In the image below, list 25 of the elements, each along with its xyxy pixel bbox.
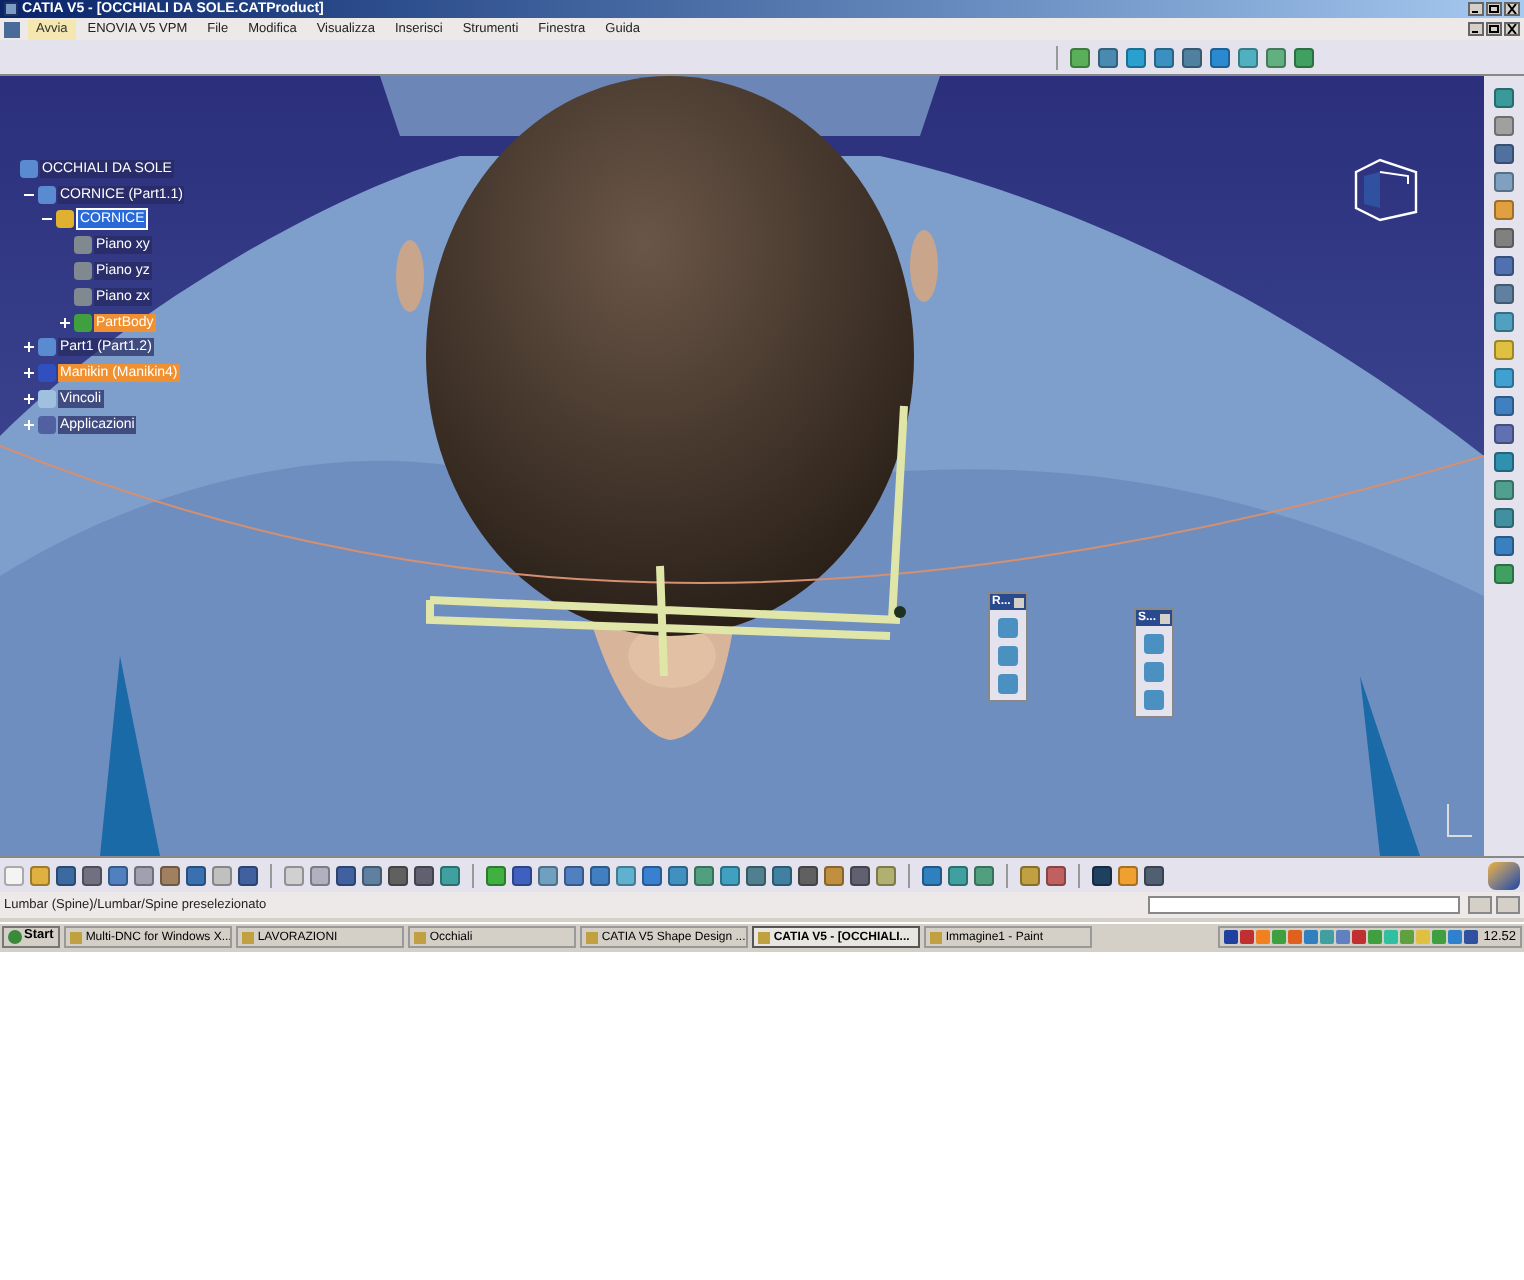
- minimize-icon[interactable]: [1468, 22, 1484, 36]
- expand-icon[interactable]: [22, 392, 36, 407]
- product-icon: [38, 338, 56, 357]
- close-icon[interactable]: [1504, 22, 1520, 36]
- expand-icon[interactable]: [58, 315, 72, 330]
- manikin-icon: [38, 364, 56, 383]
- close-icon[interactable]: [1504, 2, 1520, 16]
- minimize-icon[interactable]: [1468, 2, 1484, 16]
- command-button[interactable]: [1468, 896, 1492, 914]
- document-icon: [4, 21, 20, 37]
- app-icon: [4, 2, 18, 16]
- app-icon: [757, 931, 770, 943]
- app-icon: [69, 931, 82, 943]
- expand-icon[interactable]: [22, 366, 36, 381]
- app-icon: [585, 931, 598, 943]
- close-icon[interactable]: [1160, 613, 1170, 623]
- app-icon: [929, 931, 942, 943]
- command-button[interactable]: [1496, 896, 1520, 914]
- part-icon: [56, 210, 74, 229]
- app-icon: [241, 931, 254, 943]
- constraints-icon: [38, 390, 56, 409]
- expand-icon[interactable]: [22, 340, 36, 355]
- command-input-field[interactable]: [1148, 896, 1460, 914]
- app-icon: [413, 931, 426, 943]
- close-icon[interactable]: [1014, 597, 1024, 607]
